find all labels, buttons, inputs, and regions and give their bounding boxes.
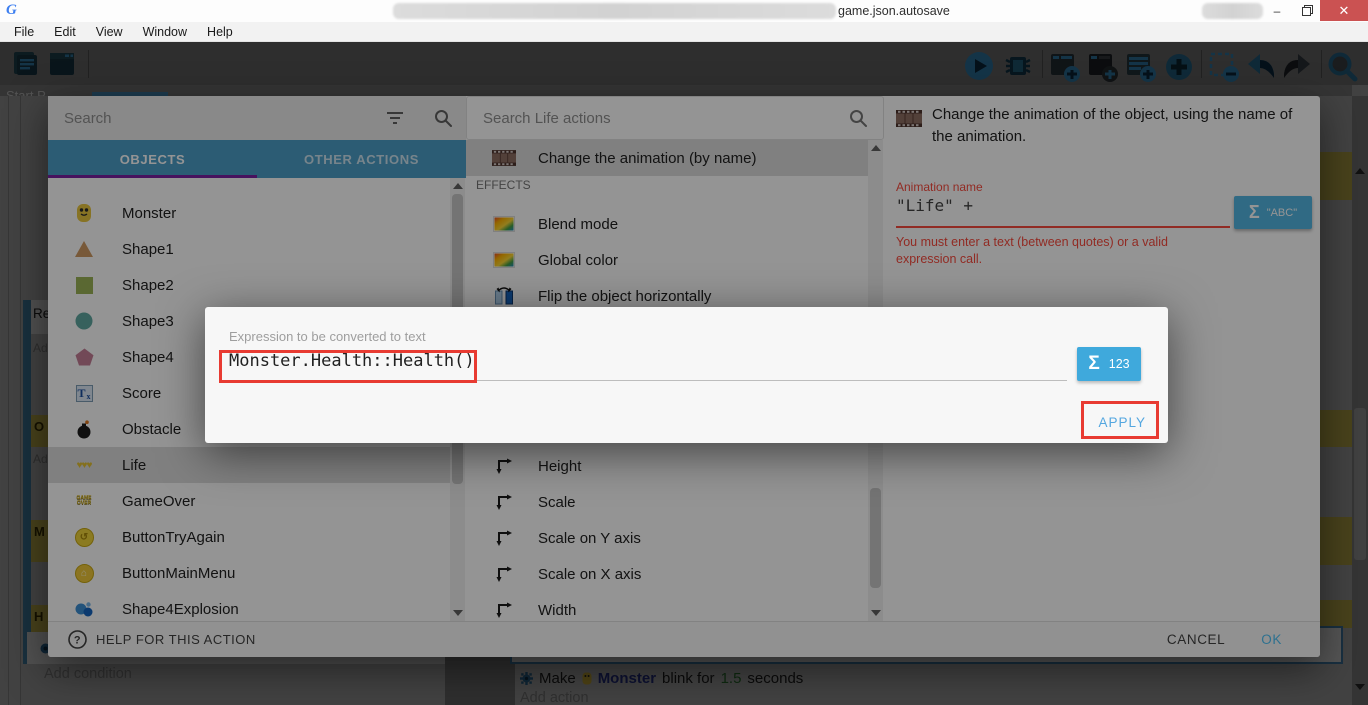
close-button[interactable]: ✕ [1320, 0, 1368, 21]
open-number-expression-editor-button[interactable]: Σ 123 [1077, 347, 1141, 381]
menu-window[interactable]: Window [133, 25, 197, 39]
window-title: game.json.autosave [838, 4, 950, 18]
maximize-icon [1302, 5, 1313, 16]
menu-view[interactable]: View [86, 25, 133, 39]
title-bar: G game.json.autosave – ✕ [0, 0, 1368, 22]
menu-bar: FileEditViewWindowHelp [0, 22, 1368, 42]
sigma-icon: Σ [1088, 353, 1099, 375]
app-window: G game.json.autosave – ✕ FileEditViewWin… [0, 0, 1368, 705]
annotation-expression-input-highlight [219, 350, 477, 383]
annotation-apply-button-highlight [1081, 401, 1159, 439]
menu-help[interactable]: Help [197, 25, 243, 39]
expression-field-label: Expression to be converted to text [229, 329, 426, 344]
minimize-button[interactable]: – [1262, 0, 1292, 21]
maximize-button[interactable] [1294, 0, 1320, 21]
menu-edit[interactable]: Edit [44, 25, 86, 39]
blurred-text [1202, 3, 1263, 19]
menu-file[interactable]: File [4, 25, 44, 39]
blurred-path-text [393, 3, 836, 19]
gdevelop-logo-icon: G [6, 2, 24, 20]
